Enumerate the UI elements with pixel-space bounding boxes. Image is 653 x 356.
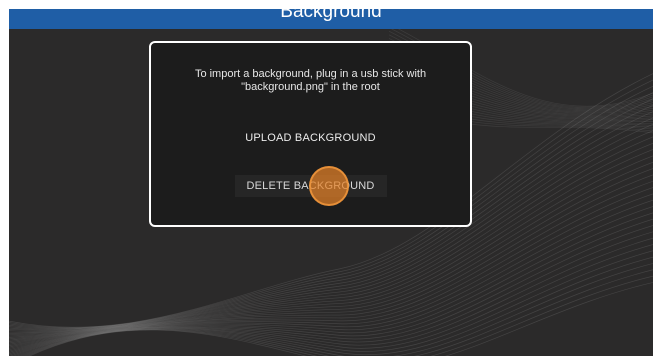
page-title: Background <box>280 9 382 22</box>
header-bar: Background <box>9 9 653 29</box>
upload-background-button[interactable]: UPLOAD BACKGROUND <box>236 128 386 148</box>
touch-indicator <box>309 166 349 206</box>
import-instructions: To import a background, plug in a usb st… <box>194 68 427 93</box>
app-screen: Background To import a background, plug … <box>9 9 653 356</box>
background-dialog: To import a background, plug in a usb st… <box>149 41 472 227</box>
